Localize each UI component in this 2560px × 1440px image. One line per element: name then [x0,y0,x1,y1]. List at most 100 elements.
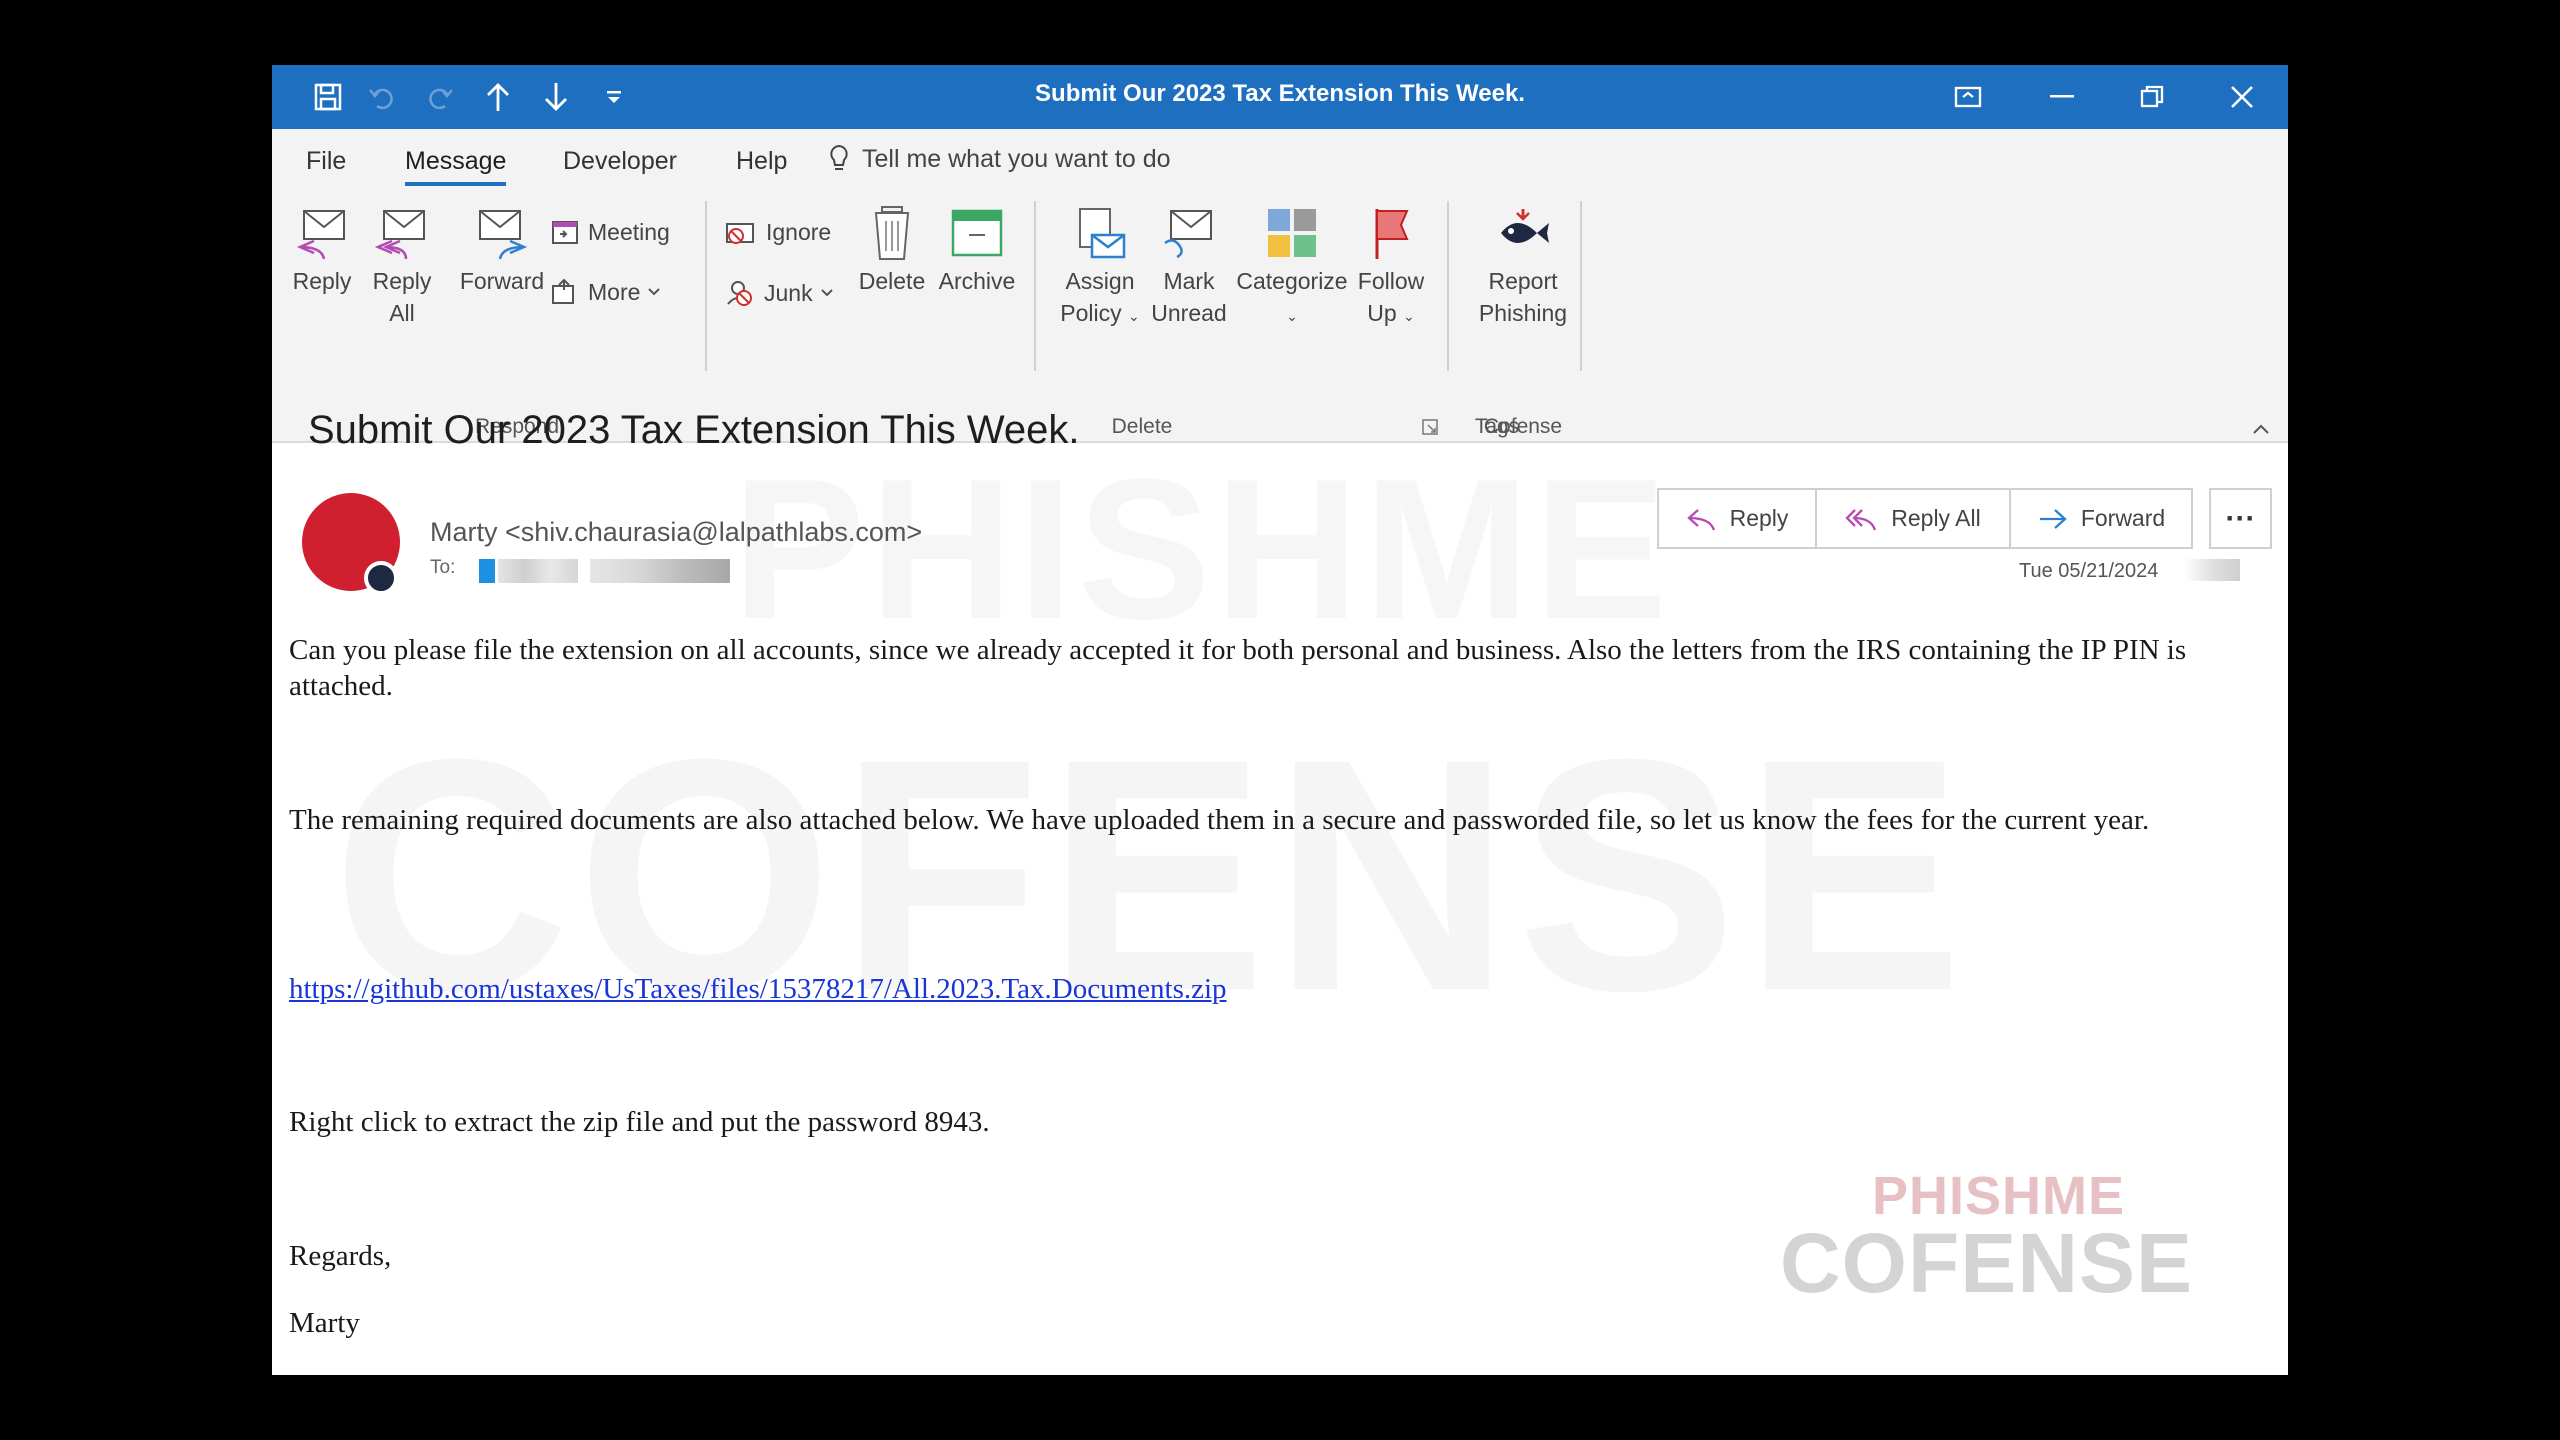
assign-policy-label-2: Policy [1060,300,1122,326]
forward-label: Forward [459,268,545,294]
more-respond-button[interactable]: More [550,278,661,306]
tab-help[interactable]: Help [736,147,787,176]
forward-envelope-icon [479,210,528,260]
reply-ribbon-button[interactable]: Reply [292,205,352,297]
chevron-down-icon: ⌄ [1403,308,1415,324]
reply-all-button[interactable]: Reply All [1817,490,2011,547]
restore-icon[interactable] [2122,75,2182,119]
time-redacted [2184,559,2240,581]
delete-label: Delete [858,268,926,294]
trash-can-icon [874,206,910,260]
reply-button-label: Reply [1729,505,1789,531]
reply-envelope-icon [296,210,345,260]
reply-label: Reply [292,268,352,294]
tags-dialog-launcher-icon[interactable] [1422,419,1438,435]
delete-button[interactable]: Delete [852,205,932,297]
reply-all-arrow-icon [1845,508,1877,530]
more-respond-label: More [588,278,641,305]
recipient-redacted [590,559,730,583]
assign-policy-icon [1079,208,1126,259]
phishme-watermark-logo: PHISHME [1872,1166,2126,1226]
forward-arrow-icon [2039,508,2067,529]
lightbulb-icon [827,143,851,180]
mark-unread-label-2: Unread [1151,300,1227,326]
report-phishing-label-1: Report [1488,268,1558,294]
ignore-button[interactable]: Ignore [724,218,831,246]
chevron-down-icon [820,289,833,297]
assign-policy-label-1: Assign [1065,268,1135,294]
archive-box-icon [951,209,1003,257]
follow-up-button[interactable]: Follow Up ⌄ [1350,205,1432,332]
more-actions-button[interactable]: ··· [2209,488,2272,549]
junk-icon [727,281,752,306]
ribbon-display-options-icon[interactable] [1938,75,1998,119]
forward-button-label: Forward [2080,505,2166,531]
categorize-icon [1268,209,1316,257]
archive-label: Archive [938,268,1016,294]
received-date: Tue 05/21/2024 [2019,560,2159,582]
zip-download-link[interactable]: https://github.com/ustaxes/UsTaxes/files… [289,973,1227,1005]
delete-group-label: Delete [1111,415,1173,438]
junk-label: Junk [764,279,813,306]
mark-unread-button[interactable]: Mark Unread [1144,205,1234,329]
report-phishing-label-2: Phishing [1478,300,1568,326]
sender-address[interactable]: Marty <shiv.chaurasia@lalpathlabs.com> [430,517,922,548]
forward-button[interactable]: Forward [2011,490,2191,547]
categorize-button[interactable]: Categorize ⌄ [1232,205,1352,332]
follow-up-label-1: Follow [1357,268,1425,294]
body-paragraph-3: Right click to extract the zip file and … [289,1106,990,1138]
more-respond-icon [552,278,574,304]
recipient-redacted [479,559,495,583]
calendar-meeting-icon [552,221,578,244]
reply-arrow-icon [1686,508,1715,530]
outlook-message-window: PHISHME COFENSE Submit Our 2023 Tax Exte… [272,65,2288,1375]
tab-developer[interactable]: Developer [563,147,677,176]
red-flag-icon [1375,209,1409,259]
ribbon-group-divider [705,201,707,371]
reply-button[interactable]: Reply [1659,490,1817,547]
meeting-button[interactable]: Meeting [550,218,670,246]
email-subject: Submit Our 2023 Tax Extension This Week. [308,408,1080,452]
forward-ribbon-button[interactable]: Forward [452,205,552,297]
presence-status-dot [364,561,398,595]
collapse-ribbon-icon[interactable] [2252,423,2270,435]
reply-all-label-2: All [389,300,415,326]
tab-message[interactable]: Message [405,147,507,186]
background-watermark-phishme: PHISHME [732,438,1672,661]
tell-me-search-input[interactable]: Tell me what you want to do [862,145,1171,174]
reply-all-envelope-icon [374,210,425,260]
body-paragraph-2: The remaining required documents are als… [289,804,2150,836]
reply-all-button-label: Reply All [1891,505,1981,531]
reply-all-ribbon-button[interactable]: Reply All [372,205,432,329]
assign-policy-button[interactable]: Assign Policy ⌄ [1052,205,1148,332]
close-icon[interactable] [2212,75,2272,119]
recipient-redacted [498,559,578,583]
to-label: To: [430,557,456,578]
meeting-label: Meeting [588,218,670,245]
junk-button[interactable]: Junk [724,278,833,308]
archive-button[interactable]: Archive [932,205,1022,297]
ignore-label: Ignore [766,218,832,245]
ribbon-group-divider [1034,201,1036,371]
minimize-icon[interactable] [2032,75,2092,119]
title-bar: Submit Our 2023 Tax Extension This Week. [272,65,2288,129]
categorize-label: Categorize [1236,268,1348,294]
mark-unread-envelope-icon [1164,210,1212,259]
reply-all-label-1: Reply [372,268,432,294]
chevron-down-icon: ⌄ [1286,308,1298,324]
body-link-paragraph: https://github.com/ustaxes/UsTaxes/files… [289,971,2274,1007]
chevron-down-icon: ⌄ [1128,308,1140,324]
regards-line: Regards, [289,1240,392,1272]
follow-up-label-2: Up [1367,300,1397,326]
background-watermark-cofense: COFENSE [332,690,1970,1059]
report-phishing-button[interactable]: Report Phishing [1468,205,1578,329]
chevron-down-icon [648,288,661,296]
mark-unread-label-1: Mark [1163,268,1215,294]
cofense-group-label: Cofense [1483,415,1563,438]
reading-pane-actions: Reply Reply All Forward [1657,488,2193,549]
ribbon-group-divider [1447,201,1449,371]
ribbon-group-divider [1580,201,1582,371]
body-paragraph-1: Can you please file the extension on all… [289,634,2187,702]
signature-line: Marty [289,1307,360,1339]
tab-file[interactable]: File [306,147,346,176]
